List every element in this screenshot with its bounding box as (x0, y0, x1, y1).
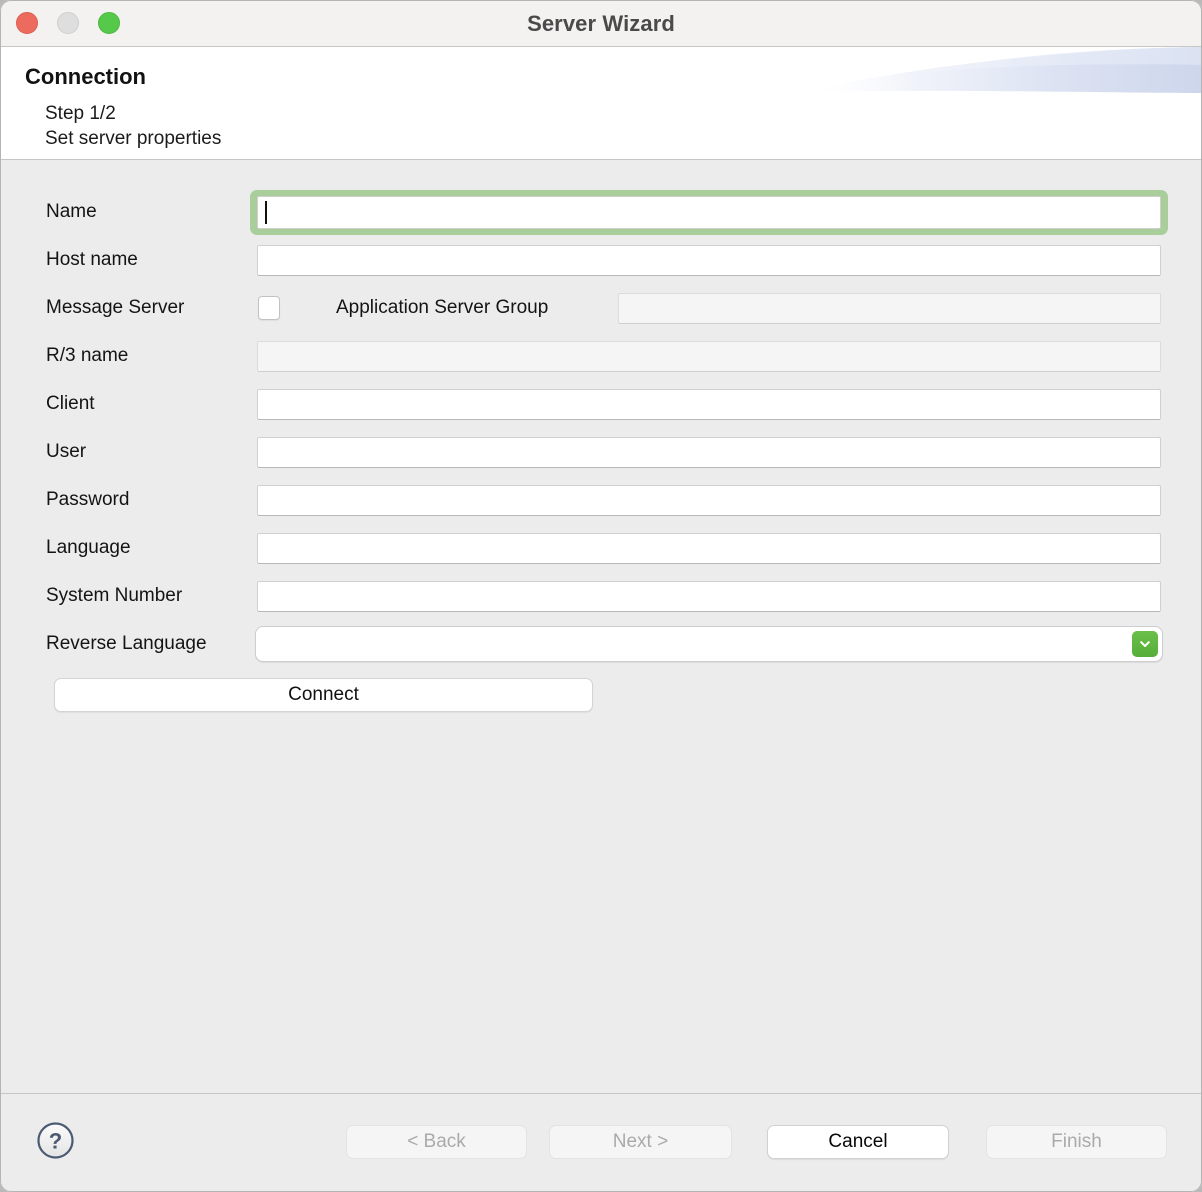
label-reverse-language: Reverse Language (46, 624, 207, 664)
text-caret (265, 201, 267, 224)
form-row-host-name: Host name (1, 240, 1201, 280)
r3-name-input[interactable] (257, 341, 1161, 372)
label-r3-name: R/3 name (46, 336, 128, 376)
label-application-server-group: Application Server Group (336, 288, 548, 328)
form-row-language: Language (1, 528, 1201, 568)
wizard-header: Connection Step 1/2 Set server propertie… (1, 47, 1201, 160)
wizard-body: Name Host name Message Server Applicatio… (1, 160, 1201, 1093)
server-wizard-window: Server Wizard (0, 0, 1202, 1192)
reverse-language-combobox[interactable] (255, 626, 1163, 662)
window-title: Server Wizard (0, 0, 1202, 47)
form-row-name: Name (1, 192, 1201, 232)
user-input[interactable] (257, 437, 1161, 468)
header-decorative-swoosh-icon (781, 47, 1201, 107)
label-system-number: System Number (46, 576, 182, 616)
cancel-button[interactable]: Cancel (767, 1125, 949, 1159)
chevron-down-icon[interactable] (1132, 631, 1158, 657)
wizard-step-indicator: Step 1/2 (45, 101, 116, 126)
form-row-password: Password (1, 480, 1201, 520)
help-question-mark-circle-icon[interactable]: ? (36, 1121, 75, 1160)
password-input[interactable] (257, 485, 1161, 516)
host-name-input[interactable] (257, 245, 1161, 276)
form-row-client: Client (1, 384, 1201, 424)
label-password: Password (46, 480, 129, 520)
label-client: Client (46, 384, 95, 424)
language-input[interactable] (257, 533, 1161, 564)
form-row-reverse-language: Reverse Language (1, 624, 1201, 664)
title-bar: Server Wizard (0, 0, 1202, 47)
label-host-name: Host name (46, 240, 138, 280)
label-language: Language (46, 528, 131, 568)
page-title: Connection (25, 64, 146, 90)
name-input[interactable] (250, 190, 1168, 235)
connect-button[interactable]: Connect (54, 678, 593, 712)
next-button[interactable]: Next > (549, 1125, 732, 1159)
wizard-step-description: Set server properties (45, 126, 221, 151)
form-row-system-number: System Number (1, 576, 1201, 616)
wizard-footer: ? < Back Next > Cancel Finish (1, 1093, 1201, 1191)
application-server-group-input[interactable] (618, 293, 1161, 324)
client-input[interactable] (257, 389, 1161, 420)
label-name: Name (46, 192, 97, 232)
label-message-server: Message Server (46, 288, 184, 328)
system-number-input[interactable] (257, 581, 1161, 612)
finish-button[interactable]: Finish (986, 1125, 1167, 1159)
name-input-inner (257, 196, 1161, 229)
message-server-checkbox[interactable] (258, 296, 280, 320)
svg-text:?: ? (49, 1129, 62, 1154)
label-user: User (46, 432, 86, 472)
back-button[interactable]: < Back (346, 1125, 527, 1159)
form-row-message-server: Message Server Application Server Group (1, 288, 1201, 328)
form-row-user: User (1, 432, 1201, 472)
form-row-r3-name: R/3 name (1, 336, 1201, 376)
